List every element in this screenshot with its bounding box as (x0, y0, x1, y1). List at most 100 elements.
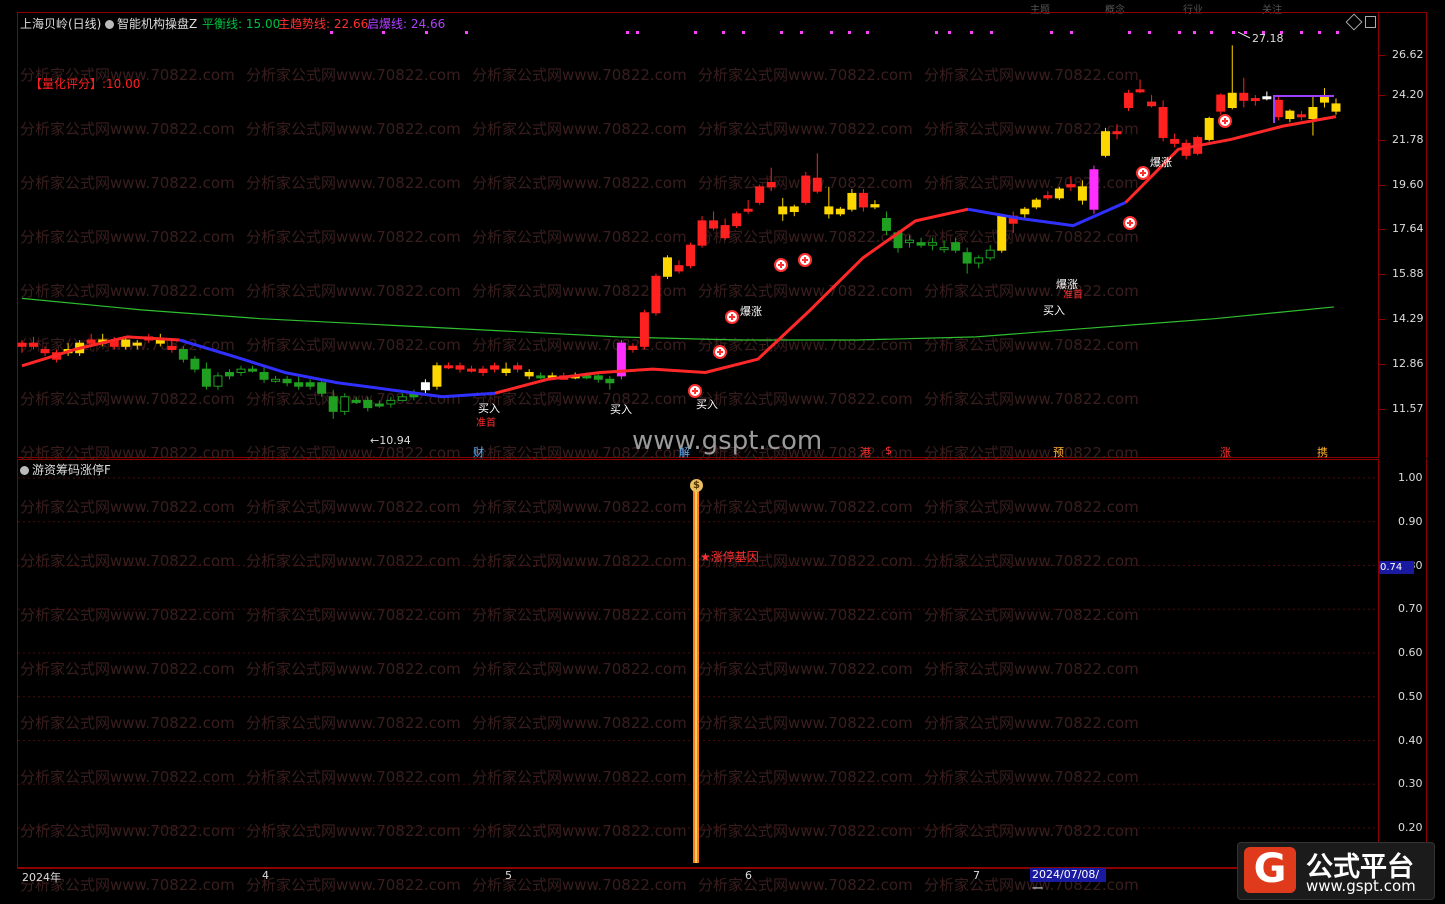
score-label: 【量化评分】:10.00 (30, 77, 141, 91)
candle-body (1262, 96, 1272, 100)
signal-dot (626, 31, 629, 34)
boom-label-1: 爆涨 (740, 305, 762, 318)
signal-dot (970, 31, 973, 34)
candle-body (1112, 131, 1122, 135)
candle-body (1135, 89, 1145, 93)
price-tick-mark (1379, 54, 1385, 56)
marker-yu: 预 (1053, 446, 1064, 459)
candle-body (294, 382, 304, 387)
trend-line-blue (967, 201, 1127, 228)
param-boom: 启爆线: 24.66 (367, 17, 446, 31)
candle-body (939, 247, 949, 251)
candle-body (1043, 195, 1053, 199)
signal-dot (1128, 31, 1131, 34)
signal-dot (636, 31, 639, 34)
indicator-toggle[interactable]: 智能机构操盘Z (105, 15, 197, 32)
candle-body (720, 225, 730, 239)
candle-body (662, 257, 672, 277)
price-tick-mark (1379, 184, 1385, 186)
sub-tick-label: 0.60 (1398, 646, 1423, 659)
param-trend: 主趋势线: 22.66 (278, 17, 369, 31)
candle-body (467, 368, 477, 372)
candle-body (351, 399, 361, 403)
candle-body (178, 349, 188, 360)
price-tick-mark (1379, 229, 1385, 231)
candle-body (305, 382, 315, 387)
sub-panel-title: 游资筹码涨停F (32, 463, 111, 477)
trend-line-blue (179, 338, 496, 399)
candle-body (951, 242, 961, 251)
candle-body (582, 375, 592, 379)
candle-body (1089, 169, 1099, 210)
toggle-icon[interactable] (105, 20, 114, 29)
sub-tick-label: 0.70 (1398, 602, 1423, 616)
candle-body (201, 368, 211, 387)
candle-body (224, 371, 234, 377)
high-price-label: 27.18 (1252, 32, 1284, 45)
candle-body (1296, 114, 1306, 118)
signal-dot (848, 31, 851, 34)
candle-body (697, 220, 707, 246)
candle-body (812, 177, 822, 192)
candle-body (928, 242, 938, 246)
coin-icon: $ (690, 479, 703, 492)
date-axis (17, 868, 1379, 885)
signal-dot (1318, 31, 1321, 34)
signal-dot (1070, 31, 1073, 34)
candle-body (86, 339, 96, 344)
signal-dot (742, 31, 745, 34)
candle-body (213, 375, 223, 387)
candle-body (1331, 103, 1341, 112)
candle-body (1031, 199, 1041, 208)
candle-body (1077, 186, 1087, 201)
candle-body (455, 365, 465, 370)
price-tick-mark (1379, 95, 1385, 97)
candle-body (282, 378, 292, 384)
candle-body (190, 358, 200, 370)
price-tick-label: 15.88 (1392, 267, 1424, 281)
sub-panel-toggle[interactable]: 游资筹码涨停F (20, 461, 111, 478)
signal-dot (465, 31, 468, 34)
candle-body (905, 239, 915, 244)
candle-body (236, 368, 246, 373)
signal-dot (1210, 31, 1213, 34)
signal-dot (1336, 31, 1339, 34)
price-tick-mark (1379, 363, 1385, 365)
signal-dot (1300, 31, 1303, 34)
price-tick-label: 21.78 (1392, 132, 1424, 146)
candle-body (271, 378, 281, 382)
signal-dot (722, 31, 725, 34)
candle-body (317, 382, 327, 394)
signal-dot (866, 31, 869, 34)
signal-dot (948, 31, 951, 34)
candle-body (363, 399, 373, 409)
candle-body (686, 244, 696, 267)
price-tick-label: 14.29 (1392, 311, 1424, 325)
candle-body (916, 242, 926, 246)
stock-title: 上海贝岭(日线) (20, 17, 102, 31)
candle-body (1054, 188, 1064, 199)
candle-body (501, 368, 511, 373)
marker-zhang: 涨 (1220, 446, 1231, 459)
candle-body (1285, 110, 1295, 120)
candle-body (1170, 138, 1180, 144)
indicator-name: 智能机构操盘Z (117, 17, 198, 31)
candle-body (766, 181, 776, 188)
candle-body (1308, 107, 1318, 120)
candle-body (248, 368, 258, 372)
current-value-badge: 0.74 (1379, 561, 1414, 574)
toggle-icon[interactable] (20, 466, 29, 475)
candle-body (513, 365, 523, 370)
signal-dot (800, 31, 803, 34)
candle-body (132, 342, 142, 346)
cursor-date-badge: 2024/07/08/一 (1030, 868, 1106, 895)
signal-dot (935, 31, 938, 34)
signal-dot (1148, 31, 1151, 34)
param-balance: 平衡线: 15.00 (202, 17, 281, 31)
candle-body (432, 365, 442, 387)
sub-tick-label: 0.20 (1398, 821, 1423, 834)
date-label-jun: 6 (745, 869, 752, 882)
candle-body (374, 403, 384, 407)
maximize-icon[interactable] (1365, 16, 1376, 28)
fight-label-2: 准首 (1063, 290, 1083, 301)
